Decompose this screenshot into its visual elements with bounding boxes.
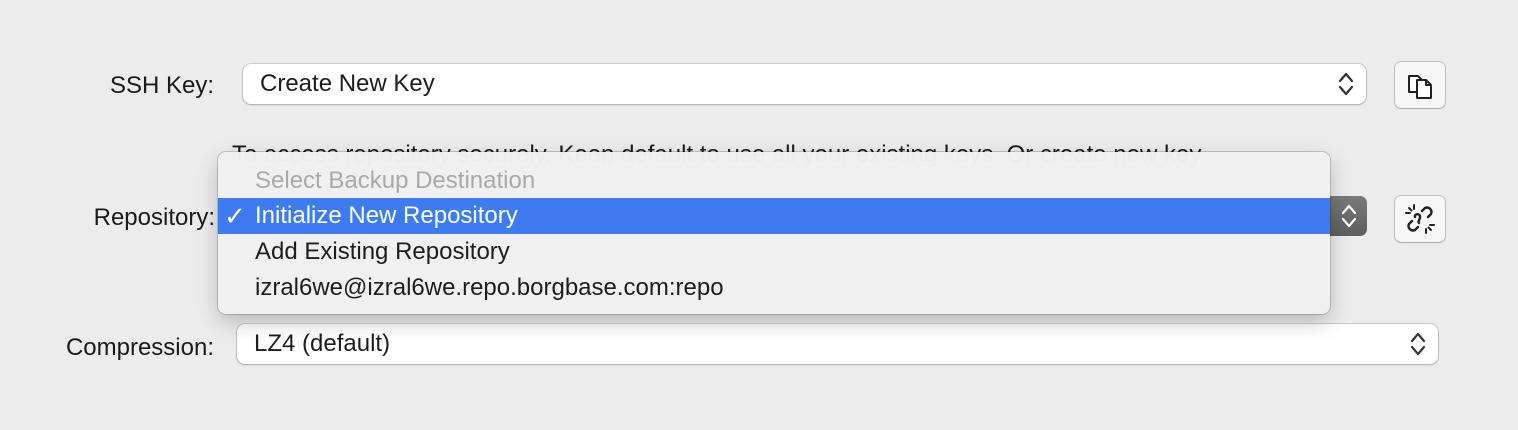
checkmark-icon: ✓ xyxy=(224,200,246,231)
copy-icon xyxy=(1408,75,1432,99)
chevron-updown-icon xyxy=(1410,332,1426,356)
repository-label: Repository: xyxy=(93,204,215,231)
unlink-repository-button[interactable] xyxy=(1395,196,1445,242)
copy-key-button[interactable] xyxy=(1395,62,1445,108)
menu-item-add-existing-repository[interactable]: Add Existing Repository xyxy=(218,234,1330,270)
menu-item-label: Add Existing Repository xyxy=(255,238,510,265)
chevron-updown-icon xyxy=(1338,72,1354,96)
menu-item-label: Initialize New Repository xyxy=(255,202,518,229)
compression-select[interactable]: LZ4 (default) xyxy=(237,324,1438,364)
menu-item-existing-repo[interactable]: izral6we@izral6we.repo.borgbase.com:repo xyxy=(218,270,1330,306)
ssh-key-label: SSH Key: xyxy=(109,72,214,99)
ssh-key-select[interactable]: Create New Key xyxy=(243,64,1366,104)
repository-dropdown-menu: Select Backup Destination ✓ Initialize N… xyxy=(218,152,1330,314)
chevron-updown-icon xyxy=(1341,204,1356,228)
unlink-icon xyxy=(1405,204,1435,234)
menu-item-initialize-repository[interactable]: ✓ Initialize New Repository xyxy=(218,198,1330,234)
compression-value: LZ4 (default) xyxy=(254,330,391,357)
menu-item-label: Select Backup Destination xyxy=(255,167,536,194)
menu-item-select-destination: Select Backup Destination xyxy=(218,163,1330,199)
ssh-key-value: Create New Key xyxy=(260,70,435,97)
compression-label: Compression: xyxy=(65,334,214,361)
repository-select-stepper[interactable] xyxy=(1330,196,1367,236)
menu-item-label: izral6we@izral6we.repo.borgbase.com:repo xyxy=(255,274,724,301)
